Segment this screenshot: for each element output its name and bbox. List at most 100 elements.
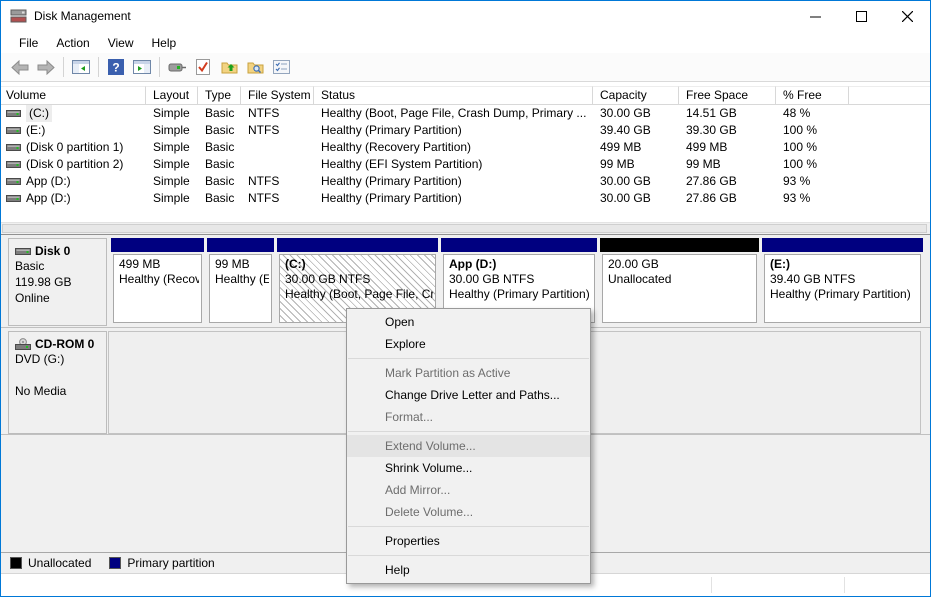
free-space-cell: 27.86 GB (679, 173, 776, 190)
close-button[interactable] (884, 1, 930, 32)
checklist-button[interactable] (268, 55, 294, 79)
partition-unallocated[interactable]: 20.00 GB Unallocated (600, 238, 759, 326)
partition-band (277, 238, 438, 252)
partition-name: (E:) (770, 257, 918, 272)
window-title: Disk Management (34, 9, 131, 23)
menu-item-properties[interactable]: Properties (347, 530, 590, 552)
column-header-pct-free[interactable]: % Free (776, 86, 849, 105)
partition-recovery[interactable]: 499 MB Healthy (Recov (111, 238, 204, 326)
menu-item-mark-partition-active: Mark Partition as Active (347, 362, 590, 384)
menu-item-open[interactable]: Open (347, 311, 590, 333)
folder-search-icon (247, 60, 264, 74)
cdrom-icon (15, 338, 31, 350)
check-document-button[interactable] (190, 55, 216, 79)
menu-item-change-drive-letter[interactable]: Change Drive Letter and Paths... (347, 384, 590, 406)
column-header-free-space[interactable]: Free Space (679, 86, 776, 105)
menu-separator (348, 555, 589, 556)
disk0-label-box[interactable]: Disk 0 Basic 119.98 GB Online (8, 238, 107, 326)
disk-icon (15, 247, 31, 256)
menu-item-help[interactable]: Help (347, 559, 590, 581)
volume-icon (6, 109, 21, 118)
device-button[interactable] (164, 55, 190, 79)
partition-status: Healthy (Boot, Page File, Cr (285, 287, 433, 302)
menu-view[interactable]: View (99, 34, 143, 52)
partition-band (600, 238, 759, 252)
menu-action[interactable]: Action (47, 34, 98, 52)
help-button[interactable]: ? (103, 55, 129, 79)
menu-item-shrink-volume[interactable]: Shrink Volume... (347, 457, 590, 479)
status-cell: Healthy (Primary Partition) (314, 122, 593, 139)
column-header-status[interactable]: Status (314, 86, 593, 105)
partition-band (111, 238, 204, 252)
fs-cell: NTFS (241, 190, 314, 207)
menu-file[interactable]: File (10, 34, 47, 52)
show-console-tree-button[interactable] (68, 55, 94, 79)
folder-search-button[interactable] (242, 55, 268, 79)
type-cell: Basic (198, 156, 241, 173)
column-header-capacity[interactable]: Capacity (593, 86, 679, 105)
back-icon (11, 60, 29, 75)
maximize-button[interactable] (838, 1, 884, 32)
capacity-cell: 39.40 GB (593, 122, 679, 139)
partition-efi[interactable]: 99 MB Healthy (EI (207, 238, 274, 326)
volume-row-d1[interactable]: App (D:) Simple Basic NTFS Healthy (Prim… (1, 173, 930, 190)
partition-context-menu: Open Explore Mark Partition as Active Ch… (346, 308, 591, 584)
volume-list-pane: Volume Layout Type File System Status Ca… (1, 82, 930, 223)
menu-item-format: Format... (347, 406, 590, 428)
volume-row-d2[interactable]: App (D:) Simple Basic NTFS Healthy (Prim… (1, 190, 930, 207)
status-cell: Healthy (Boot, Page File, Crash Dump, Pr… (314, 105, 593, 122)
column-header-layout[interactable]: Layout (146, 86, 198, 105)
partition-size: 30.00 GB NTFS (285, 272, 433, 287)
folder-up-icon (221, 60, 238, 74)
menu-help[interactable]: Help (143, 34, 186, 52)
show-action-pane-button[interactable] (129, 55, 155, 79)
title-bar[interactable]: Disk Management (1, 1, 930, 32)
forward-button[interactable] (33, 55, 59, 79)
action-pane-icon (133, 60, 151, 74)
partition-e[interactable]: (E:) 39.40 GB NTFS Healthy (Primary Part… (762, 238, 923, 326)
layout-cell: Simple (146, 156, 198, 173)
close-icon (902, 11, 913, 22)
help-icon: ? (108, 59, 124, 75)
volume-row-c[interactable]: (C:) Simple Basic NTFS Healthy (Boot, Pa… (1, 105, 930, 122)
volume-icon (6, 177, 21, 186)
volume-row-partition1[interactable]: (Disk 0 partition 1) Simple Basic Health… (1, 139, 930, 156)
layout-cell: Simple (146, 139, 198, 156)
menu-separator (348, 431, 589, 432)
status-cell: Healthy (Primary Partition) (314, 190, 593, 207)
device-icon (168, 61, 186, 73)
cdrom-media: No Media (15, 383, 102, 399)
menu-item-delete-volume: Delete Volume... (347, 501, 590, 523)
partition-status: Healthy (Recov (119, 272, 199, 287)
layout-cell: Simple (146, 122, 198, 139)
horizontal-scrollbar[interactable] (1, 222, 930, 234)
type-cell: Basic (198, 173, 241, 190)
free-space-cell: 99 MB (679, 156, 776, 173)
partition-status: Healthy (EI (215, 272, 269, 287)
column-header-type[interactable]: Type (198, 86, 241, 105)
pct-free-cell: 93 % (776, 173, 849, 190)
folder-up-button[interactable] (216, 55, 242, 79)
back-button[interactable] (7, 55, 33, 79)
checklist-icon (273, 60, 290, 74)
disk0-type: Basic (15, 258, 102, 274)
maximize-icon (856, 11, 867, 22)
checkmark-document-icon (196, 59, 210, 75)
minimize-button[interactable] (792, 1, 838, 32)
column-header-volume[interactable]: Volume (1, 86, 146, 105)
partition-size: 30.00 GB NTFS (449, 272, 592, 287)
volume-row-partition2[interactable]: (Disk 0 partition 2) Simple Basic Health… (1, 156, 930, 173)
menu-item-explore[interactable]: Explore (347, 333, 590, 355)
menu-item-extend-volume: Extend Volume... (347, 435, 590, 457)
scrollbar-thumb[interactable] (2, 224, 927, 233)
volume-row-e[interactable]: (E:) Simple Basic NTFS Healthy (Primary … (1, 122, 930, 139)
partition-status: Healthy (Primary Partition) (770, 287, 918, 302)
cdrom-label-box[interactable]: CD-ROM 0 DVD (G:) No Media (8, 331, 107, 434)
pct-free-cell: 93 % (776, 190, 849, 207)
column-header-file-system[interactable]: File System (241, 86, 314, 105)
type-cell: Basic (198, 190, 241, 207)
cdrom-drive: DVD (G:) (15, 351, 102, 367)
capacity-cell: 30.00 GB (593, 190, 679, 207)
column-header-filler (849, 86, 930, 105)
partition-status: Unallocated (608, 272, 754, 287)
